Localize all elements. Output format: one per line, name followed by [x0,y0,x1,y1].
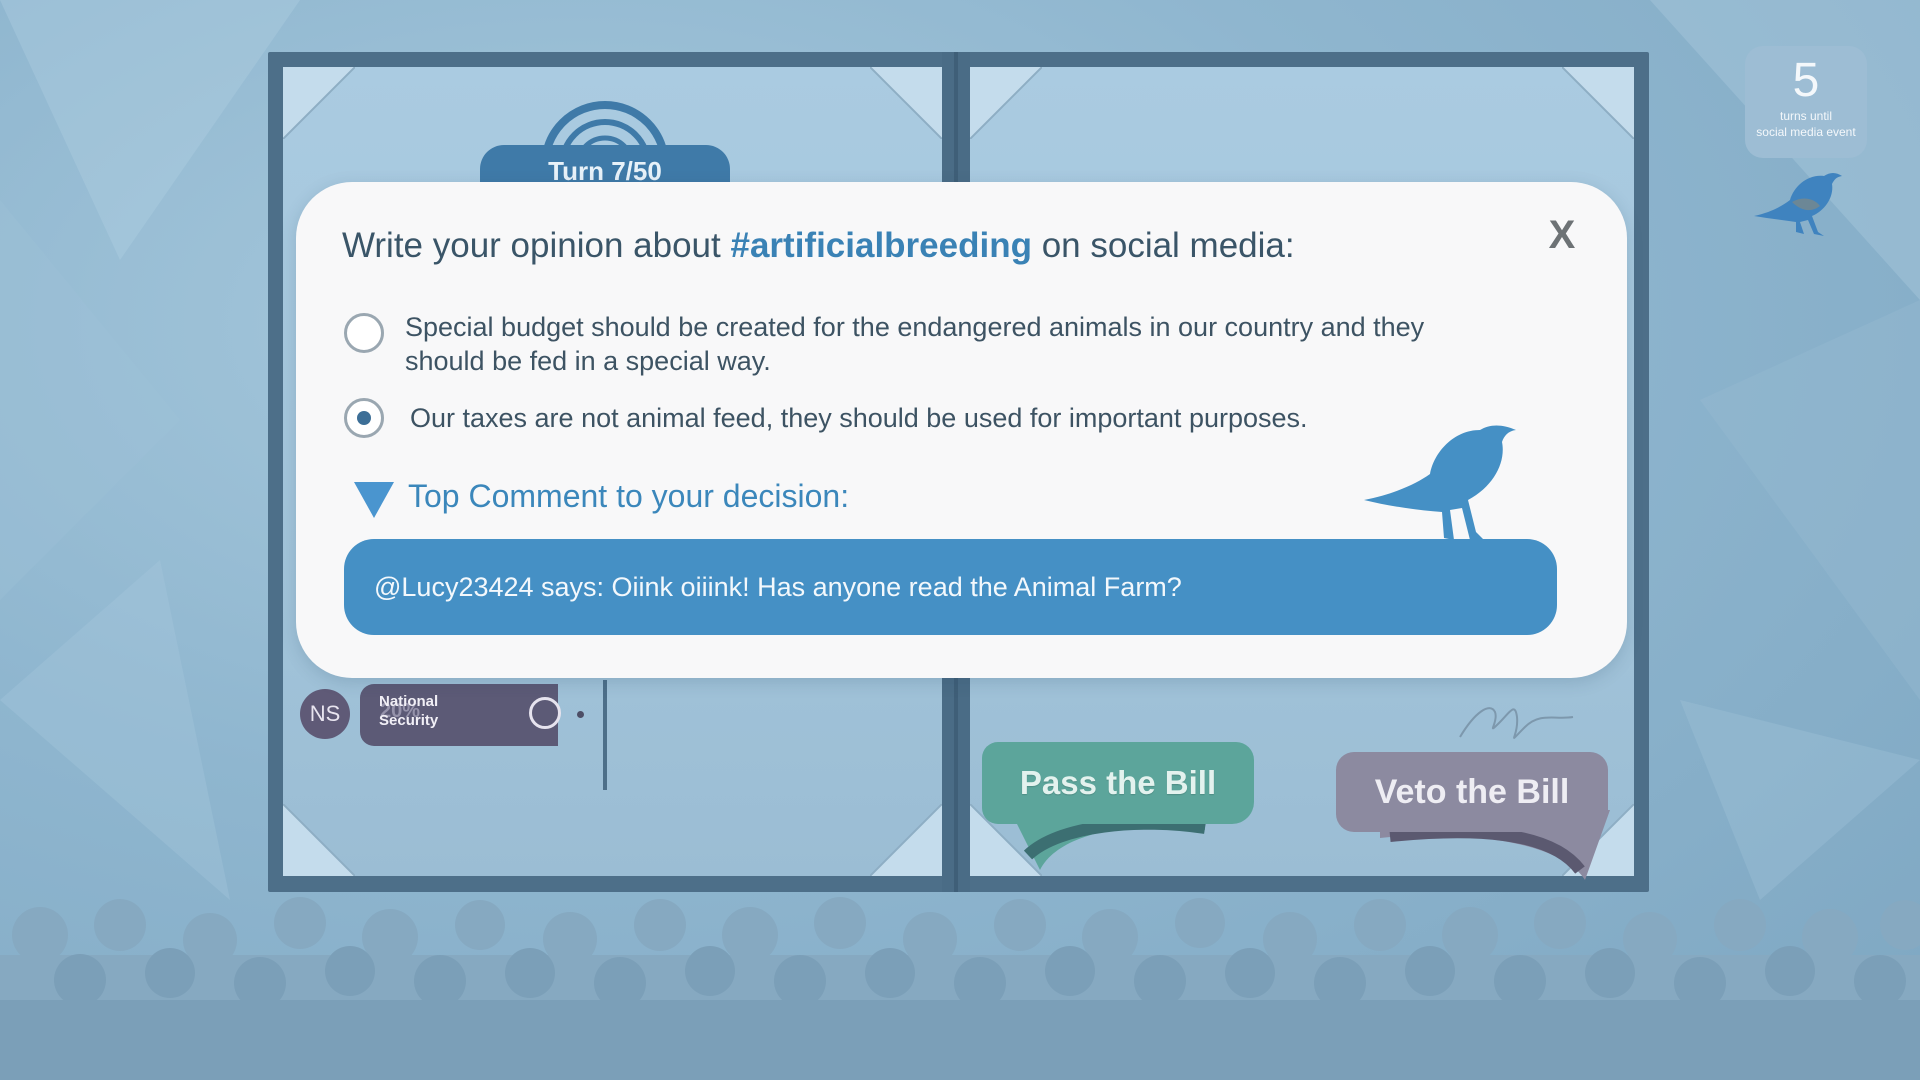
top-comment: @Lucy23424 says: Oiink oiiink! Has anyon… [344,539,1557,635]
counter-caption-line: social media event [1756,125,1856,139]
stat-label-line: Security [379,712,439,729]
bird-icon [1364,425,1516,544]
page-corner [870,67,942,139]
page-corner [870,804,942,876]
crowd-silhouette [0,897,1920,1080]
page-corner [283,804,355,876]
hashtag: #artificialbreeding [730,226,1032,265]
social-media-dialog: Write your opinion about #artificialbree… [296,182,1627,678]
option-text-1[interactable]: Special budget should be created for the… [405,310,1465,378]
stat-knob[interactable] [529,697,561,729]
stat-divider [603,680,607,790]
stat-icon-ns: NS [300,689,350,739]
pass-bill-button[interactable]: Pass the Bill [982,742,1254,824]
stat-dot [577,711,584,718]
title-prefix: Write your opinion about [342,226,731,265]
option-radio-1[interactable] [344,313,384,353]
page-corner [283,67,355,139]
title-suffix: on social media: [1031,226,1295,265]
triangle-down-icon [354,482,394,518]
stat-label-line: National [379,693,439,710]
counter-number: 5 [1792,54,1820,107]
bird-icon [1754,173,1842,236]
stat-label: National Security [379,692,469,730]
page-corner [970,67,1042,139]
veto-bill-button[interactable]: Veto the Bill [1336,752,1608,832]
counter-caption: turns until social media event [1745,108,1867,140]
dialog-title: Write your opinion about #artificialbree… [342,226,1295,266]
signature-mark [1459,707,1574,739]
page-corner [1562,67,1634,139]
option-radio-2[interactable] [344,398,384,438]
close-icon[interactable]: X [1542,210,1582,260]
option-text-2[interactable]: Our taxes are not animal feed, they shou… [410,401,1410,435]
top-comment-label: Top Comment to your decision: [408,478,850,514]
counter-caption-line: turns until [1779,109,1833,123]
social-media-counter: 5 turns until social media event [1745,46,1867,158]
